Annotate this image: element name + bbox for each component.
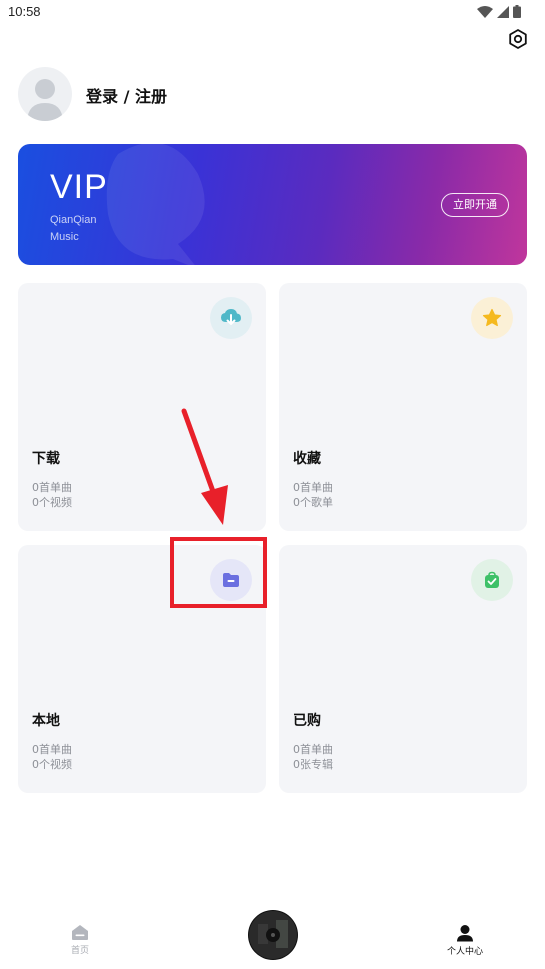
nav-home[interactable]: 首页: [40, 924, 120, 956]
mini-player-disc[interactable]: [248, 910, 298, 960]
status-time: 10:58: [8, 4, 41, 19]
login-register-link[interactable]: 登录 / 注册: [86, 83, 167, 107]
cloud-download-icon: [221, 309, 241, 325]
purchased-bag-icon: [485, 571, 499, 588]
card-title: 收藏: [293, 451, 321, 467]
battery-icon: [513, 5, 521, 18]
card-secondary-count: 0个视频: [32, 496, 72, 509]
default-avatar-icon: [27, 79, 63, 121]
card-song-count: 0首单曲: [32, 481, 72, 494]
favorites-card[interactable]: 收藏 0首单曲 0个歌单: [279, 283, 527, 531]
status-icons: [477, 5, 521, 18]
card-secondary-count: 0个视频: [32, 758, 72, 771]
annotation-highlight-box: [170, 537, 267, 608]
card-song-count: 0首单曲: [32, 743, 72, 756]
person-icon: [457, 925, 473, 942]
settings-icon: [509, 29, 527, 49]
vip-activate-button[interactable]: 立即开通: [441, 193, 509, 217]
favorites-icon-badge: [471, 297, 513, 339]
home-icon: [72, 925, 88, 940]
purchased-card[interactable]: 已购 0首单曲 0张专辑: [279, 545, 527, 793]
annotation-arrow: [181, 408, 228, 525]
nav-home-label: 首页: [70, 946, 89, 956]
nav-profile[interactable]: 个人中心: [425, 924, 505, 957]
download-icon-badge: [210, 297, 252, 339]
card-song-count: 0首单曲: [293, 481, 333, 494]
wifi-icon: [477, 5, 493, 18]
vip-title: VIP: [50, 168, 108, 206]
vip-banner[interactable]: VIP QianQian Music 立即开通: [18, 144, 527, 265]
avatar[interactable]: [18, 67, 72, 121]
settings-button[interactable]: [507, 28, 529, 50]
card-secondary-count: 0个歌单: [293, 496, 333, 509]
status-bar: 10:58: [0, 0, 545, 24]
vip-brand-subtitle: QianQian Music: [50, 214, 97, 243]
album-cover-image: [249, 911, 297, 959]
purchased-icon-badge: [471, 559, 513, 601]
nav-profile-label: 个人中心: [446, 947, 483, 957]
card-song-count: 0首单曲: [293, 743, 333, 756]
star-icon: [482, 308, 502, 327]
signal-icon: [497, 5, 509, 18]
card-title: 已购: [293, 713, 321, 729]
card-title: 下载: [32, 451, 60, 467]
card-secondary-count: 0张专辑: [293, 758, 333, 771]
card-title: 本地: [32, 713, 60, 729]
